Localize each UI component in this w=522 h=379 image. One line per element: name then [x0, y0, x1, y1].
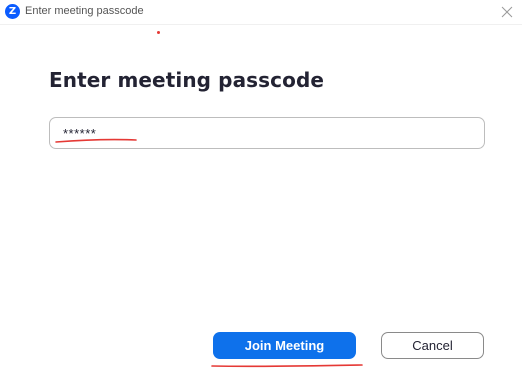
passcode-input[interactable]: [49, 117, 485, 149]
dialog-heading: Enter meeting passcode: [49, 68, 325, 92]
close-icon: [501, 6, 513, 18]
annotation-dot: [157, 31, 160, 34]
passcode-dialog-window: Z Enter meeting passcode Enter meeting p…: [0, 0, 522, 379]
zoom-logo-icon: Z: [5, 4, 20, 19]
join-meeting-button[interactable]: Join Meeting: [213, 332, 356, 359]
window-title: Enter meeting passcode: [25, 5, 144, 17]
cancel-button[interactable]: Cancel: [381, 332, 484, 359]
close-button[interactable]: [498, 2, 516, 20]
title-bar: Z Enter meeting passcode: [0, 0, 522, 25]
join-button-underline-annotation: [211, 364, 363, 368]
